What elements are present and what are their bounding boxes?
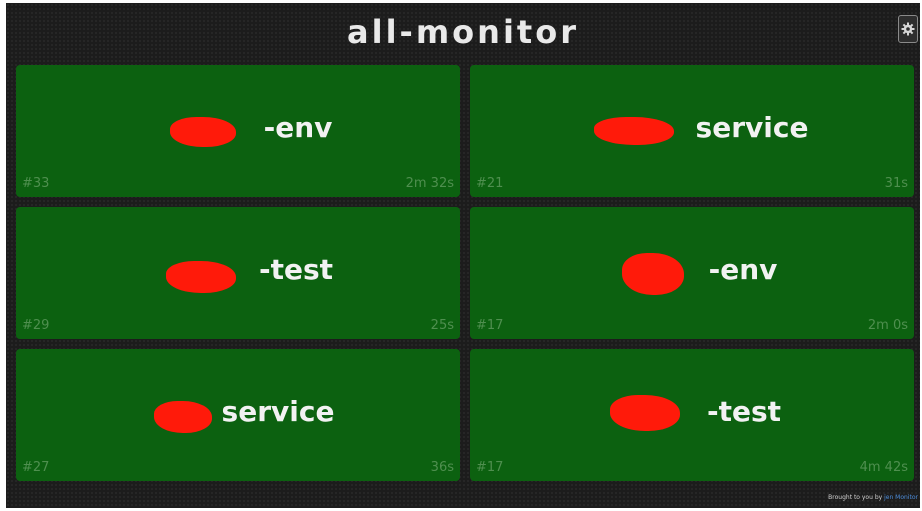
build-number: #33 — [22, 176, 50, 191]
build-duration: 4m 42s — [859, 460, 908, 475]
page-title: all-monitor — [347, 13, 579, 51]
build-duration: 2m 32s — [405, 176, 454, 191]
build-duration: 25s — [430, 318, 454, 333]
job-name: -env — [708, 253, 778, 286]
monitor-screen: all-monitor -env #33 2m 32s service #21 … — [6, 3, 920, 508]
footer-link[interactable]: jen Monitor — [884, 494, 918, 501]
gear-icon — [901, 22, 915, 36]
job-tile[interactable]: -test #29 25s — [16, 207, 460, 339]
header: all-monitor — [6, 3, 920, 61]
build-number: #27 — [22, 460, 50, 475]
build-duration: 36s — [430, 460, 454, 475]
build-duration: 31s — [884, 176, 908, 191]
job-name: -env — [263, 111, 333, 144]
job-name: service — [695, 111, 809, 144]
build-number: #17 — [476, 460, 504, 475]
job-tile[interactable]: -env #17 2m 0s — [470, 207, 914, 339]
job-grid: -env #33 2m 32s service #21 31s -test #2… — [16, 65, 914, 481]
job-tile[interactable]: service #21 31s — [470, 65, 914, 197]
build-number: #17 — [476, 318, 504, 333]
job-name: -test — [258, 253, 334, 286]
build-number: #21 — [476, 176, 504, 191]
job-name: service — [221, 395, 335, 428]
footer-prefix: Brought to you by — [828, 494, 883, 501]
settings-button[interactable] — [898, 15, 918, 43]
footer-credit: Brought to you by jen Monitor — [828, 494, 918, 501]
build-number: #29 — [22, 318, 50, 333]
job-tile[interactable]: -test #17 4m 42s — [470, 349, 914, 481]
job-tile[interactable]: -env #33 2m 32s — [16, 65, 460, 197]
job-name: -test — [706, 395, 782, 428]
job-tile[interactable]: service #27 36s — [16, 349, 460, 481]
build-duration: 2m 0s — [867, 318, 908, 333]
